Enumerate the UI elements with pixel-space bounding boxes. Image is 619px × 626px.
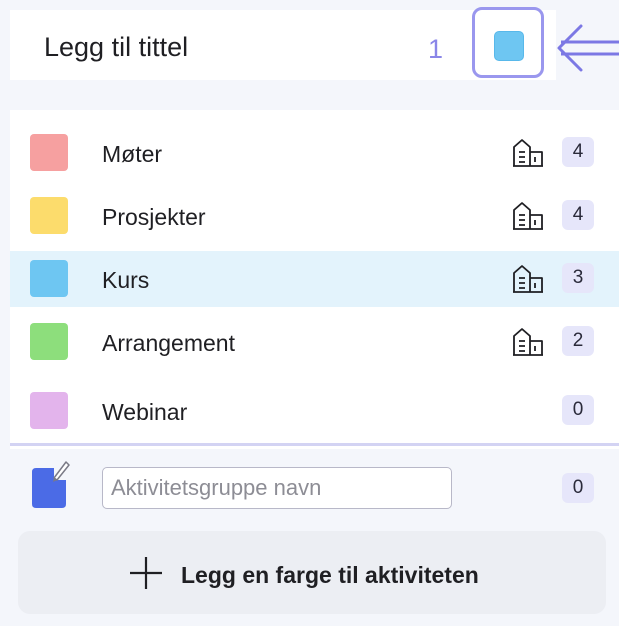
step-number: 1	[428, 34, 444, 64]
add-color-label: Legg en farge til aktiviteten	[181, 562, 479, 588]
group-name-input[interactable]	[102, 467, 452, 509]
count-badge: 4	[562, 137, 594, 167]
count-badge: 4	[562, 200, 594, 230]
group-label: Kurs	[102, 267, 150, 293]
new-group-row: 0	[0, 449, 619, 529]
building-icon	[513, 139, 543, 167]
group-label: Prosjekter	[102, 204, 206, 230]
count-badge: 2	[562, 326, 594, 356]
list-item[interactable]: Webinar 0	[10, 383, 619, 439]
building-icon	[513, 202, 543, 230]
count-badge: 0	[562, 395, 594, 425]
selected-color-swatch	[494, 31, 524, 61]
title-input[interactable]: Legg til tittel	[44, 32, 188, 63]
pointer-arrow-icon	[557, 24, 619, 72]
building-icon	[513, 265, 543, 293]
group-label: Møter	[102, 141, 163, 167]
plus-icon	[130, 557, 162, 589]
color-swatch[interactable]	[30, 260, 68, 297]
building-icon	[513, 328, 543, 356]
color-swatch[interactable]	[30, 392, 68, 429]
list-item-selected[interactable]: Kurs 3	[10, 251, 619, 307]
color-swatch[interactable]	[30, 134, 68, 171]
color-swatch[interactable]	[30, 323, 68, 360]
edit-note-icon[interactable]	[30, 458, 70, 510]
divider	[10, 443, 619, 446]
list-item[interactable]: Prosjekter 4	[10, 188, 619, 244]
count-badge: 0	[562, 473, 594, 503]
color-swatch[interactable]	[30, 197, 68, 234]
group-label: Webinar	[102, 399, 188, 425]
add-color-button[interactable]: Legg en farge til aktiviteten	[18, 531, 606, 614]
color-picker-button[interactable]	[472, 7, 544, 78]
list-item[interactable]: Møter 4	[10, 125, 619, 181]
count-badge: 3	[562, 263, 594, 293]
list-item[interactable]: Arrangement 2	[10, 314, 619, 370]
group-label: Arrangement	[102, 330, 235, 356]
